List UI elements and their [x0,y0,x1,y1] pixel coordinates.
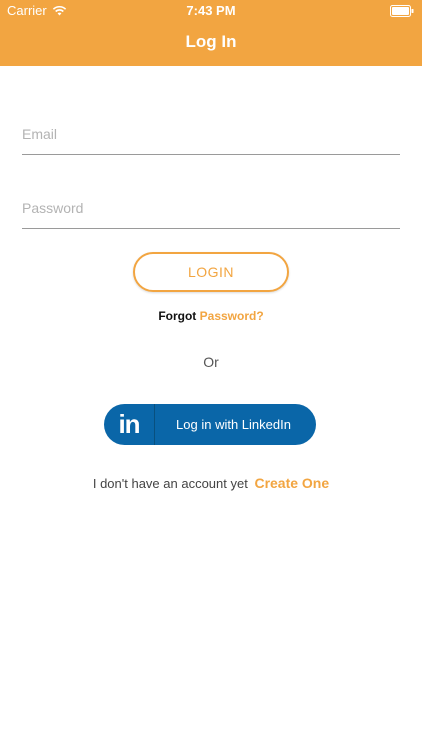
linkedin-login-button[interactable]: in Log in with LinkedIn [104,404,316,445]
page-title: Log In [185,32,237,51]
header-bar: Carrier 7:43 PM Log In [0,0,422,66]
password-field[interactable] [22,188,400,229]
linkedin-icon-box: in [104,404,155,445]
forgot-password-link[interactable]: Password? [200,309,264,323]
signup-row: I don't have an account yet Create One [0,475,422,491]
linkedin-button-label: Log in with LinkedIn [176,417,291,432]
email-field[interactable] [22,114,400,155]
status-time: 7:43 PM [186,3,236,18]
signup-prompt: I don't have an account yet [92,476,248,491]
forgot-label: Forgot [158,309,197,323]
linkedin-icon: in [118,409,140,439]
battery-icon [390,5,414,17]
forgot-password-row: Forgot Password? [0,309,422,323]
create-account-link[interactable]: Create One [254,475,329,491]
login-button[interactable]: LOGIN [133,252,289,292]
login-button-label: LOGIN [187,264,235,280]
or-divider-text: Or [203,354,219,370]
status-bar: Carrier 7:43 PM [0,0,422,22]
